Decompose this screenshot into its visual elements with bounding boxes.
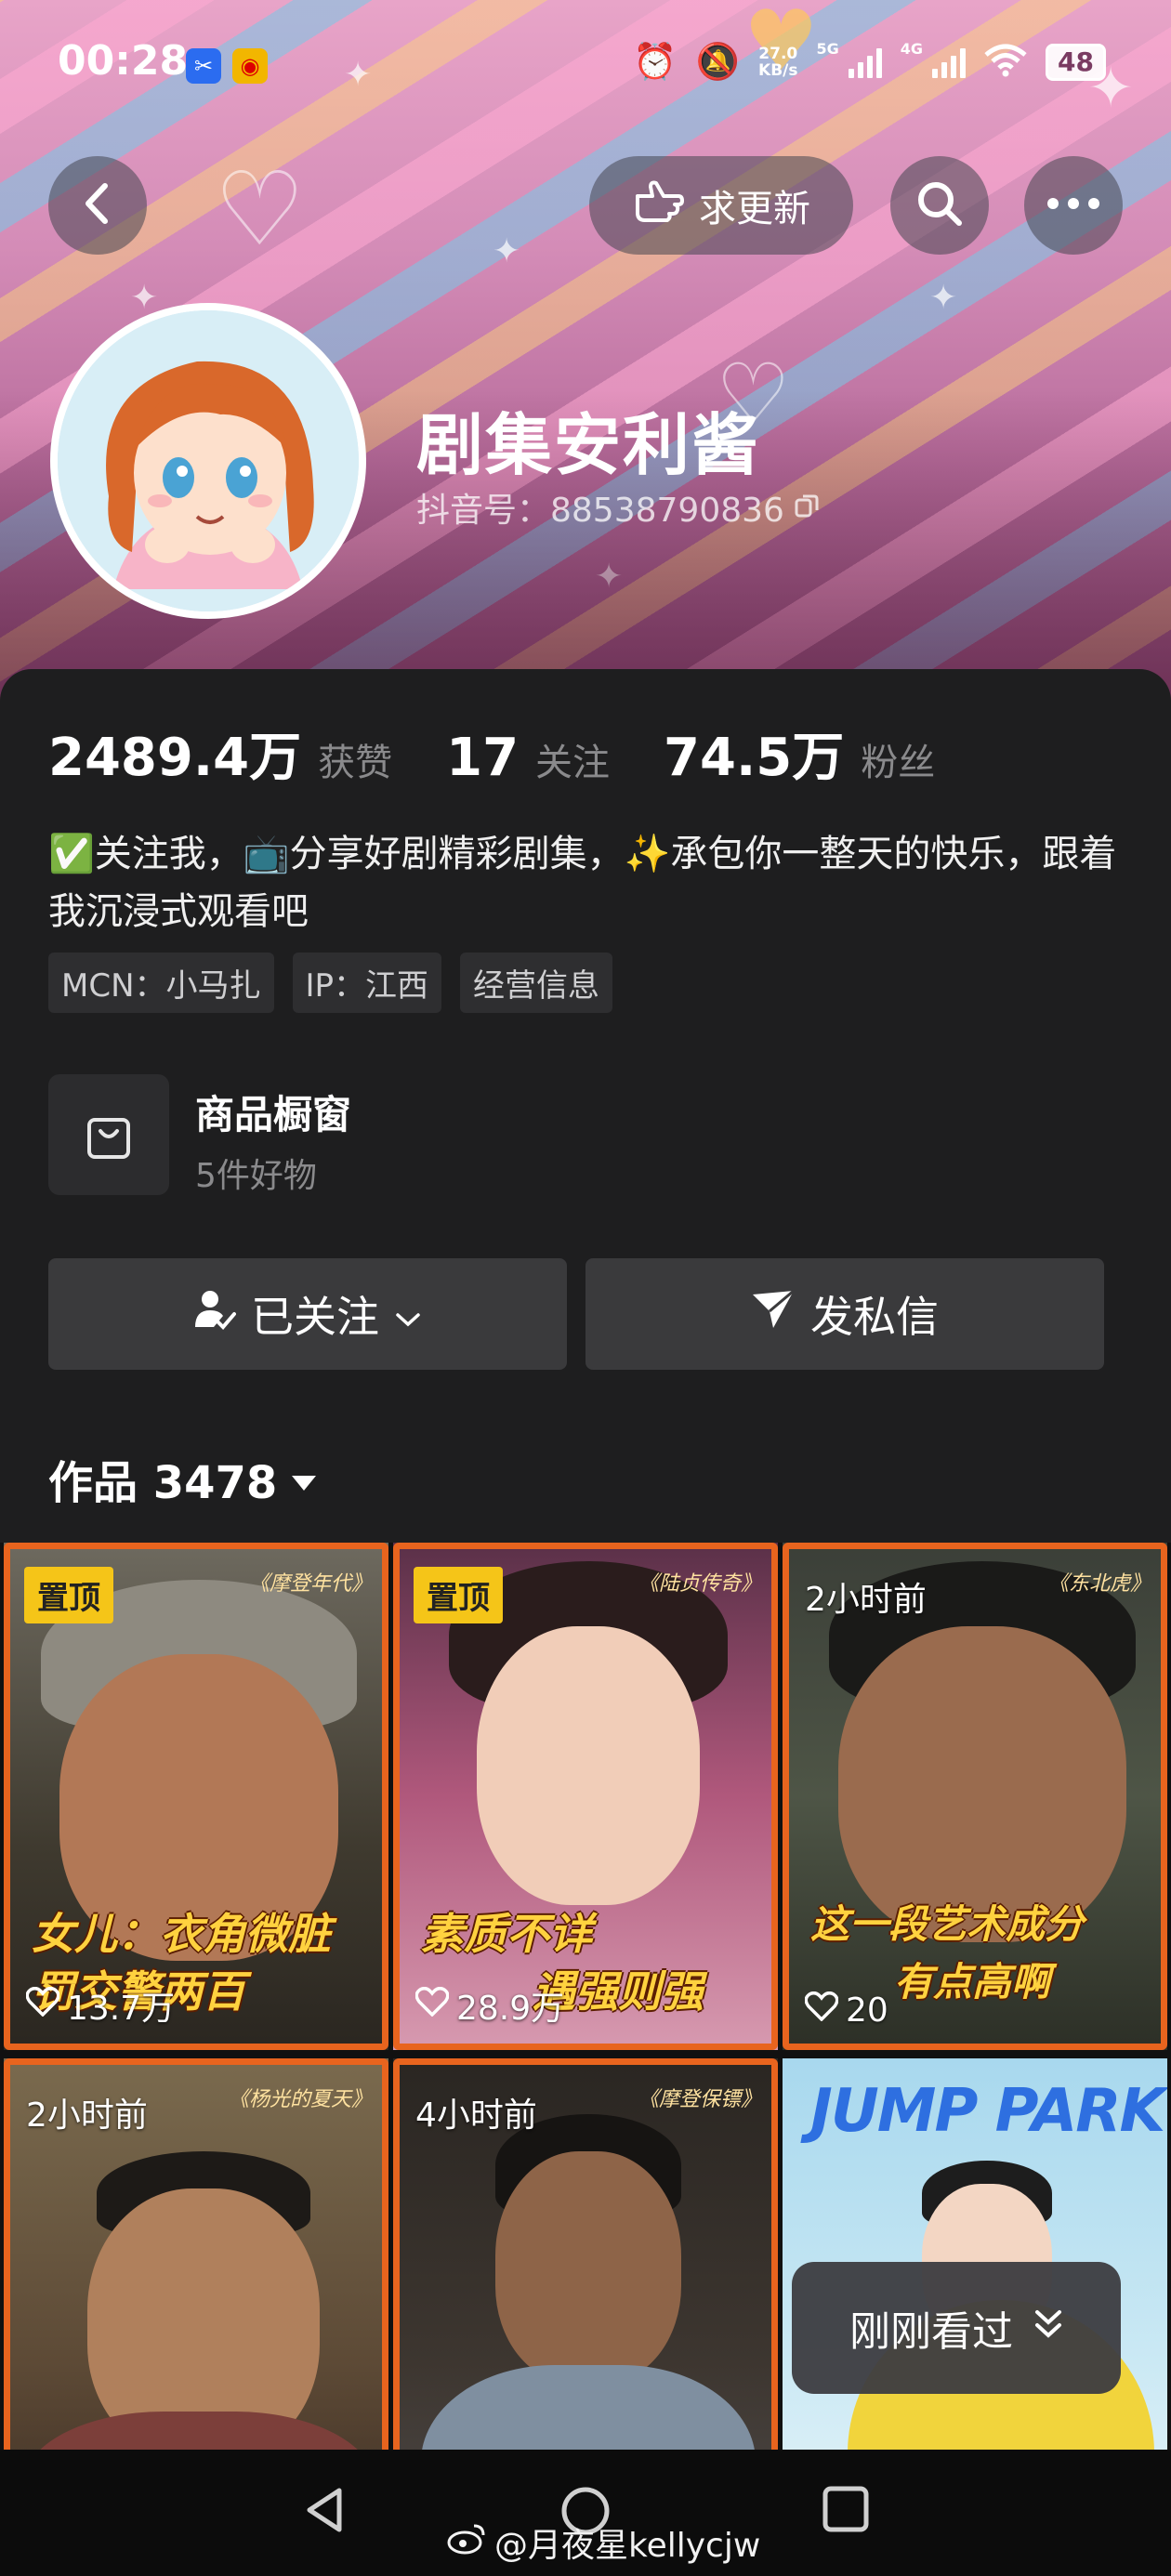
- shop-window-entry[interactable]: 商品橱窗 5件好物: [48, 1074, 606, 1195]
- following-count[interactable]: 17: [446, 728, 519, 788]
- recently-watched-label: 刚刚看过: [849, 2308, 1013, 2356]
- works-tab[interactable]: 作品 3478: [48, 1446, 318, 1511]
- douyin-id[interactable]: 抖音号：88538790836: [416, 483, 820, 532]
- profile-name: 剧集安利酱: [416, 406, 761, 484]
- status-time: 00:28: [58, 37, 189, 85]
- chevron-down-icon: [394, 1289, 422, 1339]
- like-count: 20: [804, 1991, 888, 2030]
- heart-icon: [25, 1986, 60, 2025]
- mute-bell-icon: 🔕: [695, 41, 741, 82]
- caret-down-icon: [290, 1452, 318, 1505]
- shop-title: 商品橱窗: [195, 1092, 352, 1137]
- app-notification-icon: ✂: [186, 48, 221, 84]
- hand-point-icon: [632, 177, 684, 233]
- heart-icon: [804, 1991, 839, 2030]
- person-face: [87, 2188, 320, 2450]
- show-title: 《摩登保镖》: [638, 2088, 761, 2111]
- recently-watched-button[interactable]: 刚刚看过: [792, 2262, 1121, 2394]
- message-button[interactable]: 发私信: [586, 1258, 1104, 1370]
- alarm-icon: ⏰: [633, 41, 678, 82]
- video-tile[interactable]: 2小时前 《杨光的夏天》: [4, 2058, 388, 2450]
- pinned-badge: 置顶: [24, 1567, 113, 1623]
- watermark: @月夜星kellycjw: [446, 2518, 760, 2567]
- tag-mcn[interactable]: MCN：小马扎: [48, 953, 274, 1013]
- person-face: [495, 2151, 681, 2384]
- network-type-4g: 4G: [900, 40, 924, 58]
- network-type-5g: 5G: [816, 40, 839, 58]
- request-update-button[interactable]: 求更新: [589, 156, 853, 255]
- watermark-text: @月夜星kellycjw: [494, 2527, 761, 2565]
- show-title: 《杨光的夏天》: [228, 2088, 372, 2111]
- jump-park-logo: JUMP PARK: [810, 2077, 1165, 2146]
- network-speed: 27.0 KB/s: [758, 44, 798, 80]
- like-count: 28.9万: [414, 1981, 564, 2030]
- more-button[interactable]: [1024, 156, 1123, 255]
- shopping-bag-icon: [48, 1074, 169, 1195]
- signal-icon: [848, 46, 882, 78]
- request-update-label: 求更新: [699, 188, 810, 230]
- star-decoration: ✦: [493, 232, 521, 270]
- douyin-id-text: 抖音号：88538790836: [416, 492, 784, 530]
- more-horizontal-icon: [1046, 196, 1101, 215]
- person-face: [477, 1626, 700, 1905]
- back-button[interactable]: [48, 156, 147, 255]
- person-face: [838, 1626, 1126, 1942]
- likes-count: 2489.4万: [48, 728, 302, 788]
- video-tile[interactable]: 置顶 《陆贞传奇》 素质不详 遇强则强 28.9万: [393, 1543, 778, 2050]
- pinned-badge: 置顶: [414, 1567, 503, 1623]
- search-button[interactable]: [890, 156, 989, 255]
- double-chevron-down-icon: [1033, 2305, 1063, 2352]
- nav-recents-icon[interactable]: [822, 2485, 870, 2537]
- heart-decoration: ♡: [214, 150, 306, 269]
- profile-panel: 2489.4万 获赞 17 关注 74.5万 粉丝 ✅关注我，📺分享好剧精彩剧集…: [0, 669, 1171, 1543]
- star-decoration: ✦: [929, 279, 958, 317]
- like-count: 13.7万: [25, 1981, 175, 2030]
- battery-indicator: 48: [1046, 43, 1106, 81]
- post-time: 2小时前: [26, 2096, 148, 2135]
- user-check-icon: [193, 1288, 236, 1341]
- video-tile[interactable]: 置顶 《摩登年代》 女儿：衣角微脏 罚交警两百 13.7万: [4, 1543, 388, 2050]
- signal-icon: [932, 46, 967, 78]
- status-bar: 00:28 ✂ ◉ ⏰ 🔕 27.0 KB/s 5G 4G 48: [0, 28, 1171, 106]
- profile-stats: 2489.4万 获赞 17 关注 74.5万 粉丝: [48, 716, 972, 791]
- send-icon: [751, 1289, 796, 1340]
- heart-icon: [414, 1986, 450, 2025]
- wifi-icon: [984, 44, 1027, 81]
- nav-back-icon[interactable]: [302, 2485, 347, 2539]
- show-title: 《陆贞传奇》: [638, 1572, 761, 1596]
- star-decoration: ✦: [595, 558, 624, 596]
- video-tile[interactable]: 2小时前 《东北虎》 这一段艺术成分 有点高啊 20: [783, 1543, 1167, 2050]
- shop-subtitle: 5件好物: [195, 1157, 317, 1195]
- weibo-logo-icon: [446, 2522, 487, 2564]
- copy-icon[interactable]: [794, 489, 820, 527]
- profile-bio: ✅关注我，📺分享好剧精彩剧集，✨承包你一整天的快乐，跟着我沉浸式观看吧: [48, 833, 1117, 933]
- tag-business-info[interactable]: 经营信息: [460, 953, 613, 1013]
- video-tile[interactable]: 4小时前 《摩登保镖》: [393, 2058, 778, 2450]
- follow-button[interactable]: 已关注: [48, 1258, 567, 1370]
- follow-label: 已关注: [251, 1292, 379, 1342]
- avatar[interactable]: [50, 303, 366, 619]
- followers-count[interactable]: 74.5万: [664, 716, 844, 791]
- message-label: 发私信: [810, 1292, 939, 1342]
- following-label[interactable]: 关注: [535, 732, 610, 786]
- weibo-icon: ◉: [232, 48, 268, 84]
- likes-label: 获赞: [318, 742, 393, 784]
- chevron-left-icon: [79, 180, 116, 230]
- profile-tags: MCN：小马扎 IP：江西 经营信息: [48, 953, 613, 1013]
- followers-label[interactable]: 粉丝: [861, 732, 935, 786]
- works-label: 作品 3478: [48, 1457, 278, 1509]
- search-icon: [914, 178, 965, 232]
- show-title: 《东北虎》: [1047, 1572, 1151, 1596]
- tag-ip: IP：江西: [292, 953, 442, 1013]
- star-decoration: ✦: [130, 279, 159, 317]
- show-title: 《摩登年代》: [248, 1572, 372, 1596]
- post-time: 2小时前: [805, 1581, 927, 1619]
- post-time: 4小时前: [415, 2096, 537, 2135]
